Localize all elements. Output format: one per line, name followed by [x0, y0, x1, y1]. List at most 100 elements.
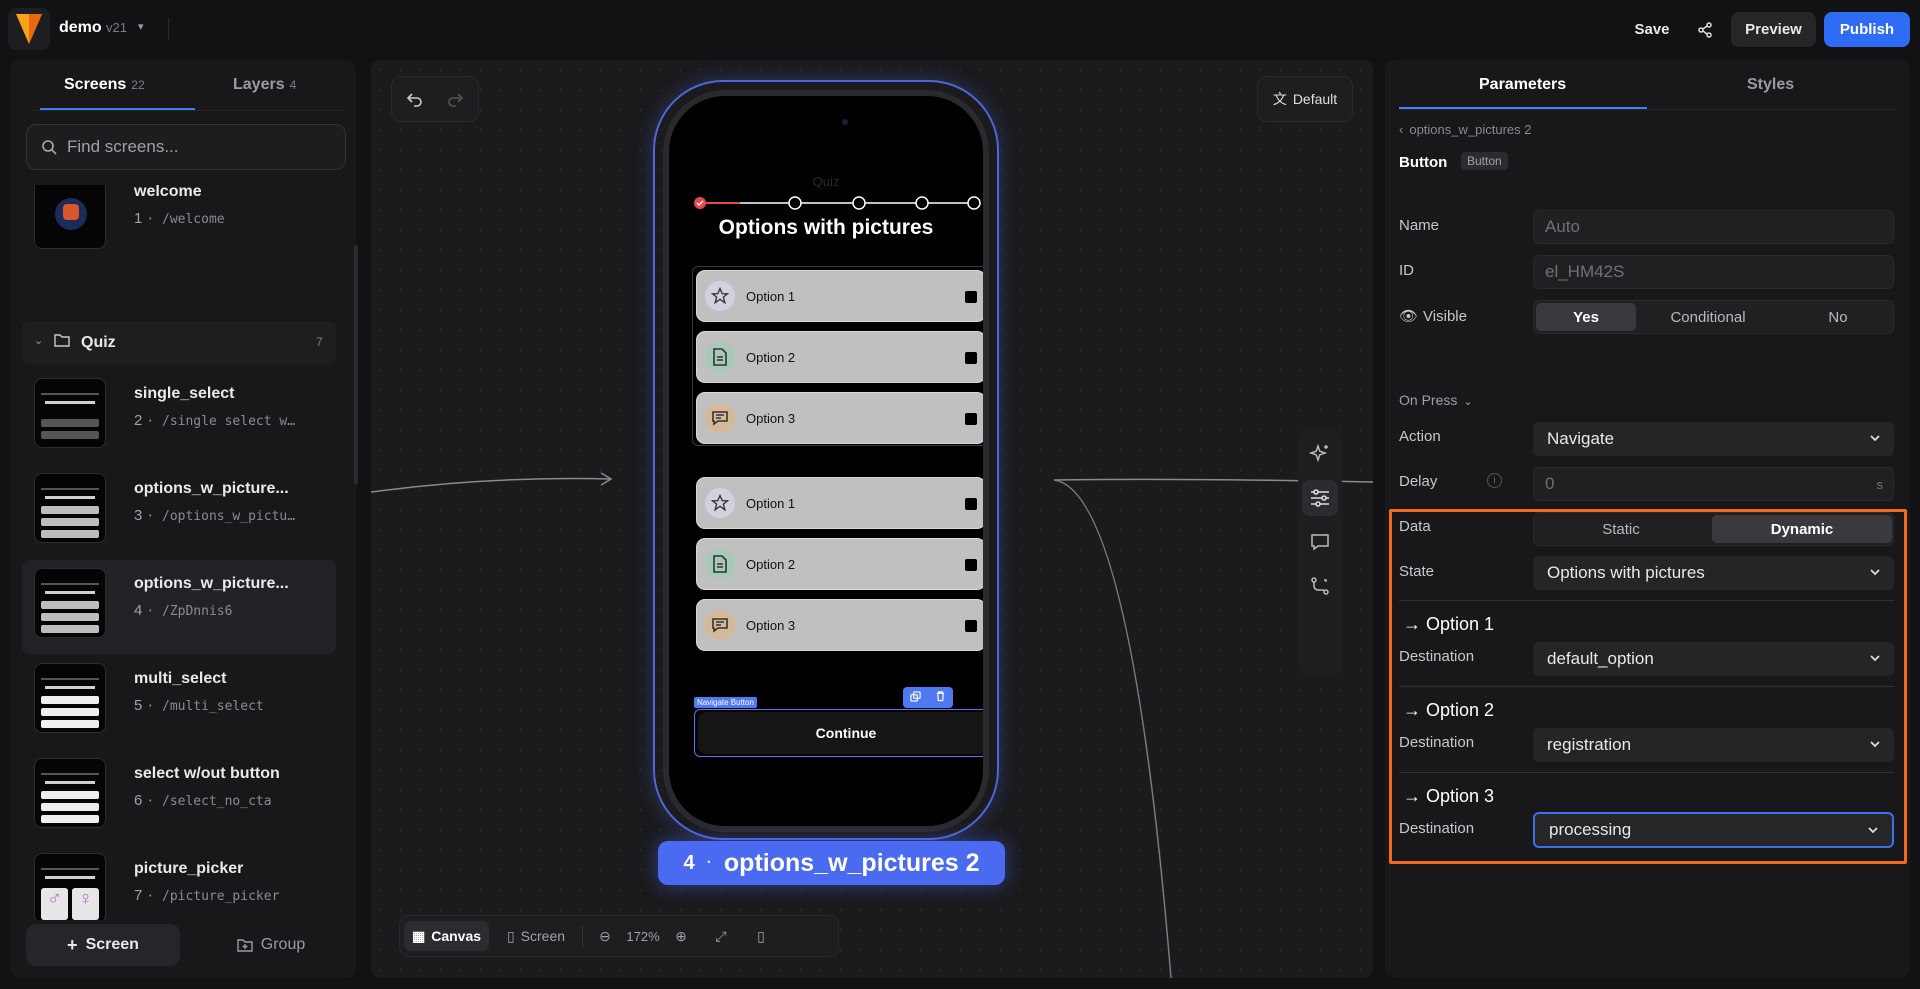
continue-button-selection[interactable]: Continue — [694, 709, 983, 757]
screen-item-selected[interactable]: options_w_picture... 4 · /ZpDnnis6 — [22, 560, 336, 654]
divider — [582, 926, 583, 948]
tab-styles[interactable]: Styles — [1747, 76, 1794, 94]
screen-badge[interactable]: 4 · options_w_pictures 2 — [658, 841, 1005, 885]
action-select[interactable]: Navigate — [1533, 422, 1894, 456]
phone-frame[interactable]: Quiz Options with pictures Option 1 Opti… — [653, 80, 999, 840]
screen-mode-button[interactable]: ▯ Screen — [496, 921, 576, 951]
screen-badge-name: options_w_pictures 2 — [723, 848, 980, 877]
share-icon[interactable] — [1690, 12, 1720, 47]
option-checkbox[interactable] — [965, 352, 977, 364]
tab-screens[interactable]: Screens 22 — [64, 76, 145, 94]
option-checkbox[interactable] — [965, 291, 977, 303]
canvas-mode-button[interactable]: ▦ Canvas — [404, 921, 489, 951]
option-card[interactable]: Option 3 — [696, 392, 983, 444]
preview-button[interactable]: Preview — [1731, 12, 1816, 47]
chevron-down-icon — [1870, 435, 1880, 442]
screen-item[interactable]: select w/out button 6 · /select_no_cta — [22, 750, 336, 828]
option-card[interactable]: Option 3 — [696, 599, 983, 651]
expand-icon[interactable]: ⤢ — [706, 921, 736, 951]
zoom-in-icon[interactable]: ⊕ — [666, 921, 696, 951]
device-icon[interactable]: ▯ — [746, 921, 776, 951]
on-press-section[interactable]: On Press ⌄ — [1399, 392, 1473, 408]
option-checkbox[interactable] — [965, 559, 977, 571]
screen-name: picture_picker — [134, 860, 244, 877]
female-icon: ♀ — [72, 888, 99, 920]
project-name[interactable]: demo — [59, 19, 102, 37]
visible-segmented-control: Yes Conditional No — [1533, 300, 1894, 334]
eye-icon: 👁 — [1399, 308, 1419, 325]
option-checkbox[interactable] — [965, 620, 977, 632]
scrollbar[interactable] — [354, 245, 358, 485]
tab-layers[interactable]: Layers 4 — [233, 76, 296, 94]
option-label: Option 1 — [746, 289, 796, 304]
comment-icon[interactable] — [1302, 524, 1338, 560]
zoom-out-icon[interactable]: ⊖ — [590, 921, 620, 951]
phone-icon: ▯ — [506, 927, 515, 944]
option-checkbox[interactable] — [965, 498, 977, 510]
id-field[interactable]: el_HM42S — [1533, 255, 1894, 289]
redo-icon[interactable] — [446, 91, 464, 109]
zoom-level[interactable]: 172% — [623, 921, 663, 951]
delay-field[interactable]: 0s — [1533, 467, 1894, 501]
visible-option-yes[interactable]: Yes — [1536, 303, 1636, 331]
sparkle-icon[interactable] — [1302, 436, 1338, 472]
screen-number: 1 — [134, 210, 143, 227]
chevron-down-icon[interactable]: ⌄ — [34, 334, 43, 347]
screen-item[interactable]: ♂ ♀ picture_picker 7 · /picture_picker — [22, 845, 336, 920]
language-label: Default — [1292, 91, 1338, 107]
folder-count: 7 — [316, 335, 323, 349]
history-controls — [391, 76, 479, 122]
screen-route: · /single select w… — [146, 414, 296, 429]
document-icon — [705, 549, 735, 579]
sliders-icon[interactable] — [1302, 480, 1338, 516]
screen-item[interactable]: options_w_picture... 3 · /options_w_pictu… — [22, 465, 336, 543]
option-card[interactable]: Option 2 — [696, 331, 983, 383]
fox-image — [63, 204, 79, 220]
quiz-progress — [694, 196, 981, 210]
component-type-badge: Button — [1461, 152, 1508, 170]
tab-label: Screens — [64, 76, 127, 93]
option-label: Option 2 — [746, 350, 796, 365]
screen-item[interactable]: single_select 2 · /single select w… — [22, 370, 336, 448]
option-card[interactable]: Option 1 — [696, 477, 983, 529]
grid-icon: ▦ — [411, 927, 426, 944]
flow-icon[interactable] — [1302, 568, 1338, 604]
logo-icon[interactable] — [8, 8, 50, 50]
label-text: Visible — [1423, 308, 1467, 325]
option-card[interactable]: Option 1 — [696, 270, 983, 322]
canvas[interactable]: 文 Default Quiz Options with pictures Opt… — [371, 60, 1373, 978]
tab-parameters[interactable]: Parameters — [1479, 76, 1566, 94]
save-button[interactable]: Save — [1620, 12, 1684, 47]
continue-button[interactable]: Continue — [698, 712, 983, 754]
option-card[interactable]: Option 2 — [696, 538, 983, 590]
element-toolbar — [903, 687, 953, 708]
chevron-down-icon[interactable]: ▾ — [138, 20, 144, 33]
undo-icon[interactable] — [406, 91, 424, 109]
add-screen-button[interactable]: + Screen — [26, 924, 180, 966]
info-icon[interactable]: i — [1487, 473, 1502, 488]
folder-quiz[interactable]: ⌄ Quiz 7 — [22, 322, 336, 364]
name-field[interactable]: Auto — [1533, 210, 1894, 244]
add-group-button[interactable]: Group — [196, 924, 346, 966]
visible-option-no[interactable]: No — [1784, 303, 1892, 331]
breadcrumb[interactable]: ‹ options_w_pictures 2 — [1399, 122, 1531, 137]
screen-item-welcome[interactable]: welcome 1 · /welcome — [22, 185, 336, 249]
id-label: ID — [1399, 262, 1414, 279]
screen-name: single_select — [134, 385, 235, 402]
publish-button[interactable]: Publish — [1824, 12, 1910, 47]
search-box[interactable] — [26, 124, 346, 170]
visible-option-conditional[interactable]: Conditional — [1642, 303, 1774, 331]
button-label: Canvas — [431, 928, 482, 944]
search-icon — [42, 140, 57, 155]
chevron-left-icon: ‹ — [1399, 122, 1404, 137]
language-button[interactable]: 文 Default — [1257, 76, 1353, 122]
option-label: Option 2 — [746, 557, 796, 572]
option-checkbox[interactable] — [965, 413, 977, 425]
search-input[interactable] — [67, 137, 327, 157]
divider — [30, 110, 346, 111]
flow-line-incoming — [371, 477, 612, 493]
screen-item[interactable]: multi_select 5 · /multi_select — [22, 655, 336, 733]
trash-icon[interactable] — [935, 689, 946, 707]
name-label: Name — [1399, 217, 1440, 234]
copy-icon[interactable] — [910, 689, 921, 707]
